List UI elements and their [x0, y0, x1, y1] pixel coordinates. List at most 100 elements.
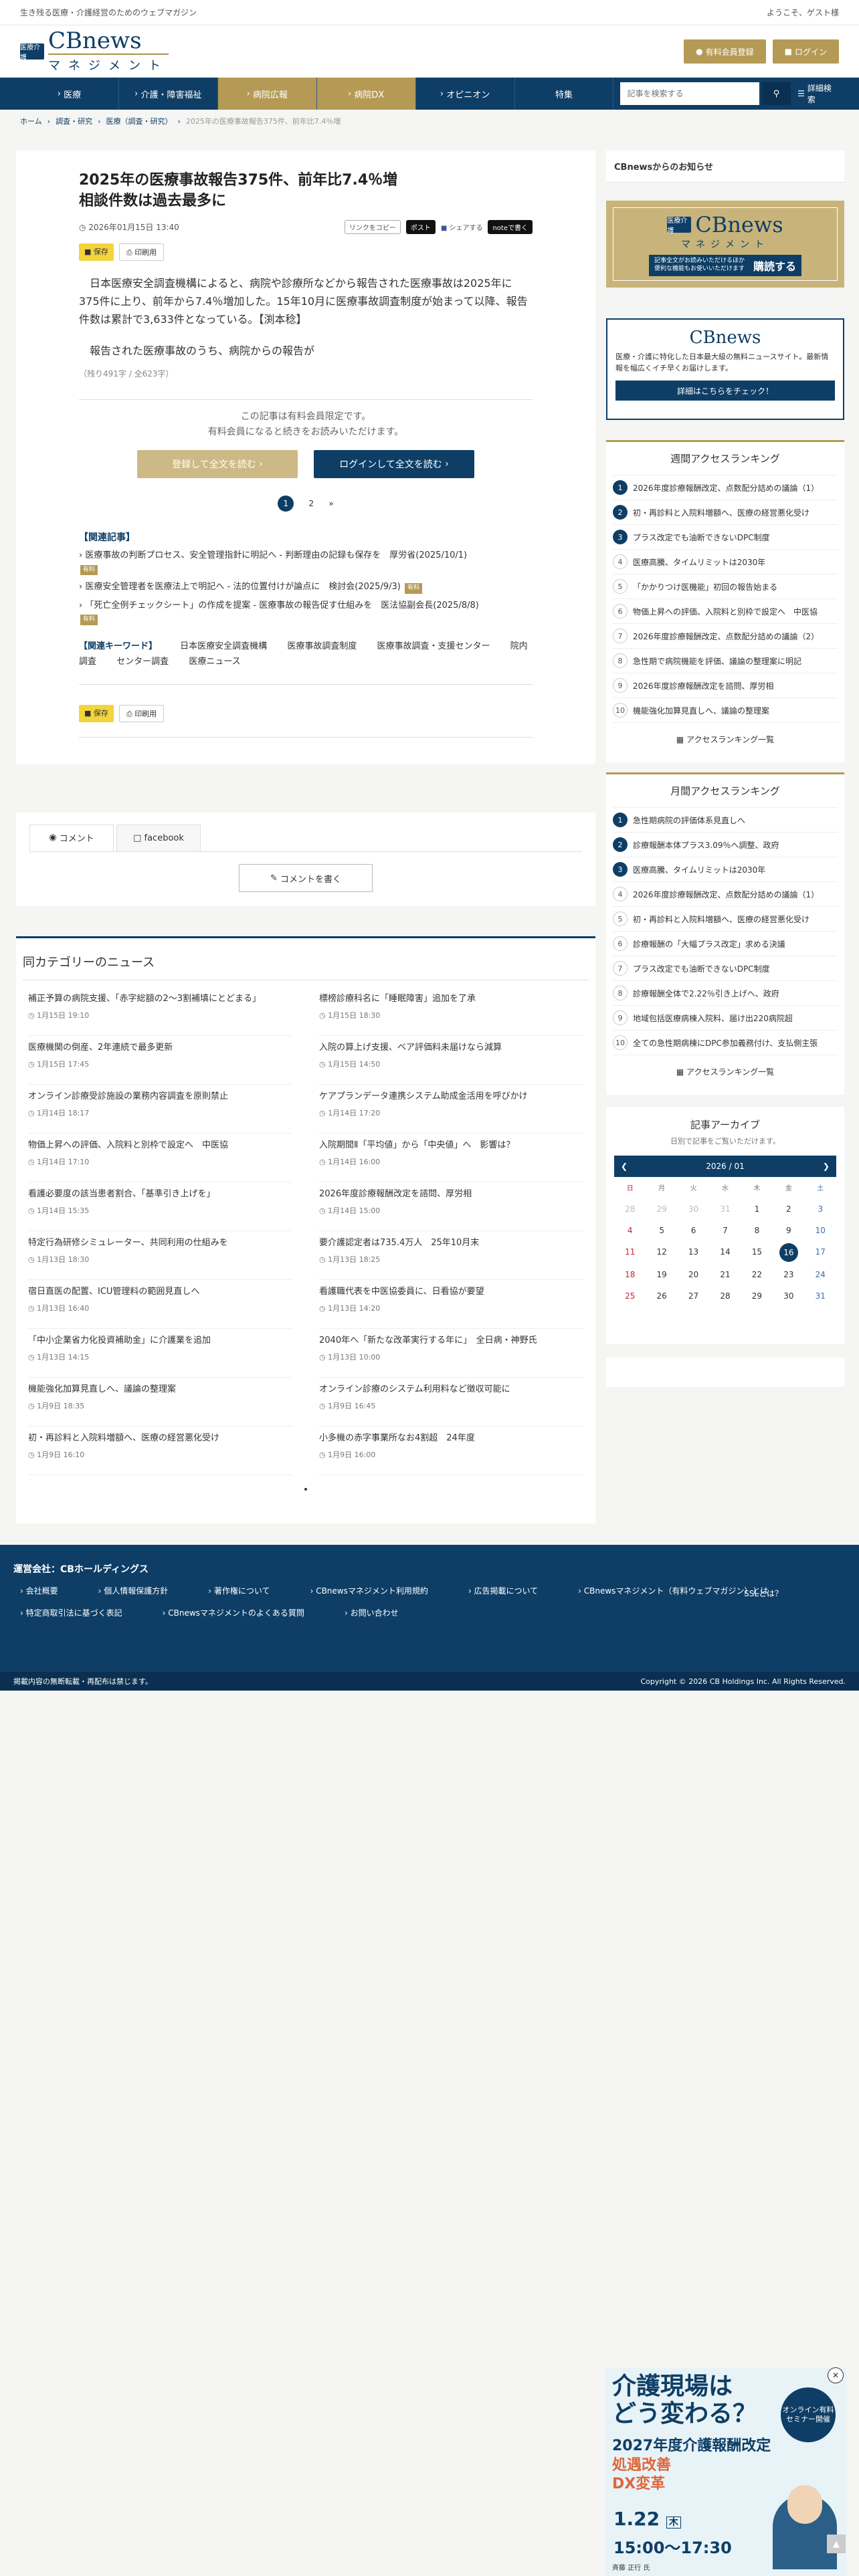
calendar-day[interactable]: 10 [805, 1226, 836, 1235]
login-button[interactable]: ■ ログイン [772, 39, 839, 64]
prev-month-icon[interactable]: ❮ [621, 1162, 628, 1171]
ranking-item[interactable]: 8 診療報酬全体で2.22％引き上げへ、政府 [613, 981, 838, 1006]
weekly-ranking-more[interactable]: ▦ アクセスランキング一覧 [613, 730, 838, 749]
ranking-item[interactable]: 2 初・再診料と入院料増額へ、医療の経営悪化受け [613, 500, 838, 525]
ssl-link[interactable]: SSLとは？ [744, 1588, 783, 1599]
calendar-day[interactable]: 17 [805, 1247, 836, 1258]
news-item[interactable]: 「中小企業省力化投資補助金」に介護業を追加 ◷ 1月13日 14:15 [28, 1329, 292, 1378]
calendar-day[interactable]: 8 [741, 1226, 773, 1235]
calendar-day[interactable]: 21 [709, 1270, 741, 1279]
subscribe-ad[interactable]: 医療介護 CBnews マネジメント 記事全文がお読みいただけるほか便利な機能も… [606, 201, 844, 288]
calendar-day[interactable]: 13 [678, 1247, 709, 1258]
calendar-day[interactable]: 9 [773, 1226, 804, 1235]
breadcrumb-home[interactable]: ホーム [20, 116, 42, 126]
calendar-day[interactable]: 30 [678, 1204, 709, 1214]
more-indicator[interactable]: • [23, 1485, 589, 1495]
calendar-day[interactable]: 15 [741, 1247, 773, 1258]
calendar-day[interactable]: 12 [646, 1247, 677, 1258]
news-item[interactable]: 宿日直医の配置、ICU管理料の範囲見直しへ ◷ 1月13日 16:40 [28, 1280, 292, 1329]
calendar-day[interactable]: 29 [741, 1291, 773, 1301]
news-item[interactable]: 2026年度診療報酬改定を諮問、厚労相 ◷ 1月14日 15:00 [319, 1182, 583, 1231]
nav-item-feature[interactable]: 特集 [515, 78, 614, 110]
footer-link[interactable]: › CBnewsマネジメント利用規約 [310, 1585, 448, 1596]
calendar-day[interactable]: 16 [773, 1243, 804, 1262]
tab-facebook[interactable]: □ facebook [116, 825, 201, 851]
ranking-item[interactable]: 8 急性期で病院機能を評価、議論の整理案に明記 [613, 649, 838, 673]
ranking-item[interactable]: 2 診療報酬本体プラス3.09％へ調整、政府 [613, 833, 838, 857]
calendar-day[interactable]: 27 [678, 1291, 709, 1301]
monthly-ranking-more[interactable]: ▦ アクセスランキング一覧 [613, 1062, 838, 1081]
footer-link[interactable]: › 広告掲載について [468, 1585, 558, 1596]
ranking-item[interactable]: 1 2026年度診療報酬改定、点数配分詰めの議論（1） [613, 475, 838, 500]
calendar-day[interactable]: 28 [709, 1291, 741, 1301]
news-item[interactable]: 2040年へ「新たな改革実行する年に」 全日病・神野氏 ◷ 1月13日 10:00 [319, 1329, 583, 1378]
calendar-day[interactable]: 31 [709, 1204, 741, 1214]
nav-item-hospital-dx[interactable]: › 病院DX [316, 78, 416, 110]
news-item[interactable]: 機能強化加算見直しへ、議論の整理案 ◷ 1月9日 18:35 [28, 1378, 292, 1426]
copy-link-button[interactable]: リンクをコピー [344, 219, 401, 234]
news-item[interactable]: ケアプランデータ連携システム助成金活用を呼びかけ ◷ 1月14日 17:20 [319, 1085, 583, 1134]
ranking-item[interactable]: 9 2026年度診療報酬改定を諮問、厚労相 [613, 673, 838, 698]
tab-comments[interactable]: ◉ コメント [29, 825, 114, 851]
nav-item-opinion[interactable]: › オピニオン [416, 78, 515, 110]
news-item[interactable]: 入院の算上げ支援、ベア評価料未届けなら減算 ◷ 1月15日 14:50 [319, 1036, 583, 1085]
related-article[interactable]: › 医療事故の判断プロセス、安全管理指針に明記へ - 判断理由の記録も保存を 厚… [79, 549, 533, 576]
login-read-button[interactable]: ログインして全文を読む › [314, 450, 474, 479]
next-month-icon[interactable]: ❯ [823, 1162, 830, 1171]
calendar-day[interactable]: 6 [678, 1226, 709, 1235]
news-item[interactable]: 標榜診療科名に「睡眠障害」追加を了承 ◷ 1月15日 18:30 [319, 987, 583, 1036]
footer-link[interactable]: › 会社概要 [20, 1585, 78, 1596]
news-item[interactable]: オンライン診療のシステム利用料など徴収可能に ◷ 1月9日 16:45 [319, 1378, 583, 1426]
ranking-item[interactable]: 9 地域包括医療病棟入院料、届け出220病院超 [613, 1006, 838, 1031]
footer-link[interactable]: › お問い合わせ [345, 1607, 419, 1618]
close-icon[interactable]: ✕ [828, 2367, 844, 2383]
calendar-today[interactable]: 16 [779, 1243, 798, 1262]
calendar-day[interactable]: 1 [741, 1204, 773, 1214]
ranking-item[interactable]: 5 「かかりつけ医機能」初回の報告始まる [613, 574, 838, 599]
calendar-day[interactable]: 14 [709, 1247, 741, 1258]
ranking-item[interactable]: 6 診療報酬の「大幅プラス改定」求める決議 [613, 932, 838, 956]
footer-link[interactable]: › 個人情報保護方針 [98, 1585, 189, 1596]
calendar-day[interactable]: 11 [614, 1247, 646, 1258]
scroll-top-icon[interactable]: ▲ [827, 2535, 846, 2553]
calendar-day[interactable]: 7 [709, 1226, 741, 1235]
next-page-icon[interactable]: » [328, 499, 333, 508]
free-ad-cta[interactable]: 詳細はこちらをチェック！ [615, 381, 835, 401]
ranking-item[interactable]: 10 機能強化加算見直しへ、議論の整理案 [613, 698, 838, 723]
note-button[interactable]: noteで書く [488, 219, 533, 234]
calendar-day[interactable]: 25 [614, 1291, 646, 1301]
calendar-day[interactable]: 20 [678, 1270, 709, 1279]
related-article[interactable]: › 「死亡全例チェックシート」の作成を提案 - 医療事故の報告促す仕組みを 医法… [79, 599, 533, 625]
news-item[interactable]: 小多機の赤字事業所なお4割超 24年度 ◷ 1月9日 16:00 [319, 1426, 583, 1475]
breadcrumb-medical-research[interactable]: 医療（調査・研究） [106, 116, 172, 126]
search-input[interactable] [620, 82, 759, 105]
calendar-day[interactable]: 18 [614, 1270, 646, 1279]
page-1[interactable]: 1 [278, 496, 294, 512]
keyword-link[interactable]: 医療ニュース [189, 657, 240, 667]
calendar-day[interactable]: 24 [805, 1270, 836, 1279]
news-item[interactable]: 要介護認定者は735.4万人 25年10月末 ◷ 1月13日 18:25 [319, 1231, 583, 1280]
calendar-day[interactable]: 29 [646, 1204, 677, 1214]
ranking-item[interactable]: 5 初・再診料と入院料増額へ、医療の経営悪化受け [613, 907, 838, 932]
news-item[interactable]: 看護職代表を中医協委員に、日看協が要望 ◷ 1月13日 14:20 [319, 1280, 583, 1329]
print-button[interactable]: ⎙ 印刷用 [118, 243, 165, 261]
breadcrumb-research[interactable]: 調査・研究 [56, 116, 92, 126]
ranking-item[interactable]: 7 プラス改定でも油断できないDPC制度 [613, 956, 838, 981]
ranking-item[interactable]: 3 プラス改定でも油断できないDPC制度 [613, 525, 838, 550]
page-2[interactable]: 2 [303, 496, 319, 512]
save-button[interactable]: ■ 保存 [79, 243, 114, 261]
news-item[interactable]: 初・再診料と入院料増額へ、医療の経営悪化受け ◷ 1月9日 16:10 [28, 1426, 292, 1475]
calendar-day[interactable]: 4 [614, 1226, 646, 1235]
calendar-day[interactable]: 19 [646, 1270, 677, 1279]
ranking-item[interactable]: 4 医療高騰、タイムリミットは2030年 [613, 550, 838, 574]
site-logo[interactable]: 医療介護 CBnews マネジメント [20, 29, 169, 74]
nav-item-care[interactable]: › 介護・障害福祉 [119, 78, 218, 110]
calendar-day[interactable]: 31 [805, 1291, 836, 1301]
save-button-bottom[interactable]: ■ 保存 [79, 705, 114, 723]
news-item[interactable]: 物価上昇への評価、入院料と別枠で設定へ 中医協 ◷ 1月14日 17:10 [28, 1134, 292, 1182]
write-comment-button[interactable]: ✎ コメントを書く [239, 864, 373, 892]
free-news-ad[interactable]: CBnews 医療・介護に特化した日本最大級の無料ニュースサイト。最新情報を幅広… [606, 318, 844, 420]
keyword-link[interactable]: 日本医療安全調査機構 [180, 641, 267, 651]
register-read-button[interactable]: 登録して全文を読む › [137, 450, 298, 479]
footer-link[interactable]: › 著作権について [208, 1585, 290, 1596]
